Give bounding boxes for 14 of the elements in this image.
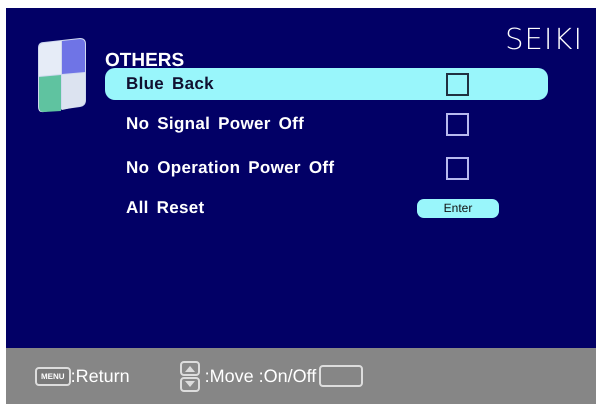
enter-button[interactable]: Enter	[417, 198, 499, 218]
move-onoff-hint: :Move :On/Off	[204, 366, 316, 386]
brand-logo: SEIKI	[505, 22, 583, 56]
up-down-arrows-icon	[180, 360, 200, 392]
menu-item[interactable]: All Reset Enter	[105, 192, 548, 224]
checkbox[interactable]	[446, 112, 469, 136]
key-icon	[319, 365, 364, 387]
return-hint: :Return	[70, 366, 130, 386]
menu-key-icon: MENU	[35, 366, 71, 386]
checkbox[interactable]	[446, 72, 469, 96]
menu-item[interactable]: No Signal Power Off	[105, 108, 548, 140]
checkbox[interactable]	[446, 156, 469, 180]
menu-item[interactable]: No Operation Power Off	[105, 152, 548, 184]
menu-item[interactable]: Blue Back	[105, 68, 548, 100]
